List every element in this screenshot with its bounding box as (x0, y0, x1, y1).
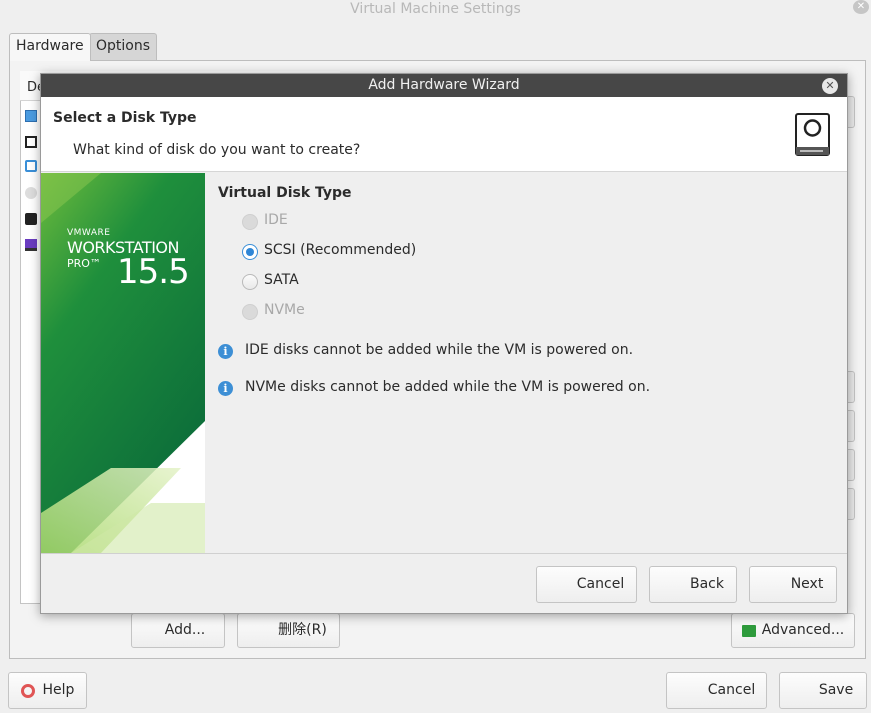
banner-version: 15.5 (117, 252, 190, 292)
help-label: Help (42, 682, 75, 698)
network-adapter-icon (25, 213, 37, 225)
tab-hardware[interactable]: Hardware (9, 33, 91, 61)
next-label: Next (790, 576, 824, 592)
add-hardware-wizard: Add Hardware Wizard ✕ Select a Disk Type… (40, 73, 848, 614)
advanced-label: Advanced... (761, 622, 845, 638)
radio-ide-button (242, 214, 258, 230)
hard-disk-icon (25, 160, 37, 172)
next-button[interactable]: Next (749, 566, 837, 603)
vmware-banner (41, 173, 205, 553)
radio-ide-label: IDE (264, 212, 288, 228)
info-text-ide: IDE disks cannot be added while the VM i… (245, 342, 634, 358)
tab-options[interactable]: Options (89, 33, 158, 60)
wizard-header: Select a Disk Type What kind of disk do … (41, 97, 847, 172)
advanced-button[interactable]: Advanced... (731, 613, 855, 648)
info-icon: i (218, 344, 233, 359)
help-icon (21, 684, 35, 698)
banner-brand: VMWARE (67, 228, 111, 238)
remove-device-button[interactable]: 删除(R) (237, 613, 340, 648)
wizard-page-title: Select a Disk Type (53, 110, 197, 126)
window-close-button[interactable]: ✕ (853, 0, 869, 14)
hard-disk-icon (795, 113, 830, 156)
save-label: Save (818, 682, 854, 698)
memory-icon (25, 110, 37, 122)
info-text-nvme: NVMe disks cannot be added while the VM … (245, 379, 651, 395)
radio-sata-button[interactable] (242, 274, 258, 290)
remove-device-label: 删除(R) (278, 622, 327, 638)
cancel-button[interactable]: Cancel (666, 672, 767, 709)
back-button[interactable]: Back (649, 566, 737, 603)
radio-scsi-button[interactable] (242, 244, 258, 260)
display-icon (25, 239, 37, 251)
wizard-cancel-label: Cancel (576, 576, 625, 592)
add-device-label: Add... (164, 622, 206, 638)
processor-icon (25, 136, 37, 148)
save-button[interactable]: Save (779, 672, 867, 709)
info-icon: i (218, 381, 233, 396)
wizard-footer: Cancel Back Next (41, 553, 847, 613)
cd-dvd-icon (25, 187, 37, 199)
wizard-title: Add Hardware Wizard (41, 74, 847, 97)
cancel-label: Cancel (707, 682, 756, 698)
wizard-content: Virtual Disk Type IDE SCSI (Recommended)… (205, 173, 847, 553)
radio-scsi-label[interactable]: SCSI (Recommended) (264, 242, 416, 258)
window-title: Virtual Machine Settings (350, 1, 521, 17)
add-device-button[interactable]: Add... (131, 613, 225, 648)
radio-sata-label[interactable]: SATA (264, 272, 299, 288)
virtual-disk-type-heading: Virtual Disk Type (218, 185, 352, 201)
wizard-close-button[interactable]: ✕ (822, 78, 838, 94)
wizard-page-subtitle: What kind of disk do you want to create? (73, 142, 361, 158)
radio-nvme-button (242, 304, 258, 320)
back-label: Back (690, 576, 724, 592)
advanced-icon (742, 625, 756, 637)
radio-nvme-label: NVMe (264, 302, 305, 318)
wizard-cancel-button[interactable]: Cancel (536, 566, 637, 603)
help-button[interactable]: Help (8, 672, 87, 709)
banner-edition: PRO™ (67, 257, 101, 270)
